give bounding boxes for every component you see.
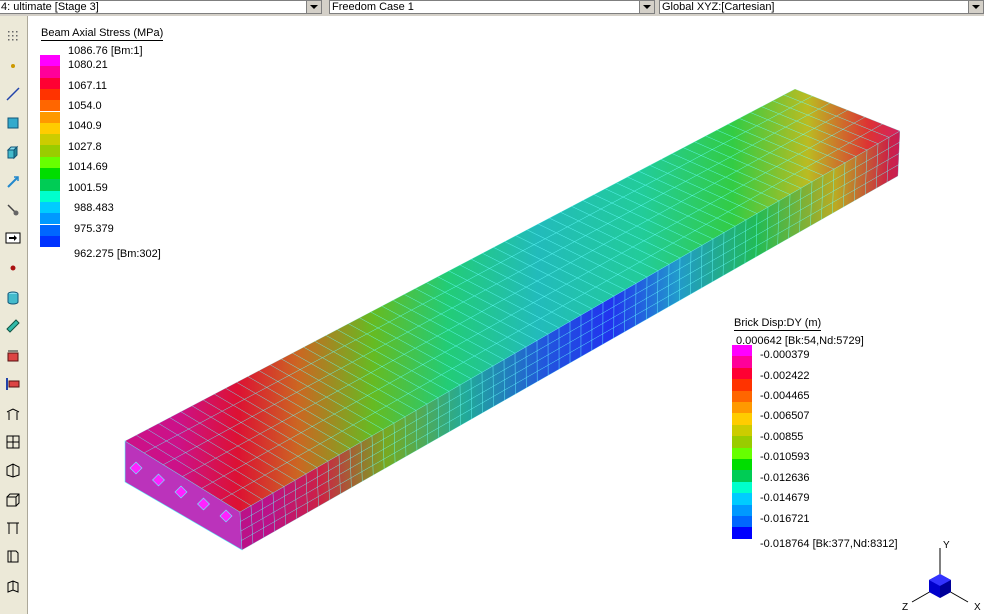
load-case-select[interactable]: Freedom Case 1 [329, 0, 655, 14]
axis-x-label: X [974, 602, 981, 613]
beam-legend-swatch [40, 235, 60, 248]
beam-legend-label: 1086.76 [Bm:1] [68, 45, 143, 57]
ruler-icon[interactable] [3, 316, 23, 336]
beam-legend-swatch [40, 213, 60, 225]
brick-legend-label: -0.014679 [760, 492, 810, 504]
beam-legend-swatch [40, 77, 60, 89]
beam-legend-label: 1027.8 [68, 141, 102, 153]
brick-legend-swatch [732, 367, 752, 380]
axis-triad: Y Z X [902, 540, 981, 613]
plate-load-icon[interactable] [3, 346, 23, 366]
brick-legend-swatch [732, 390, 752, 402]
brick-legend-swatch [732, 459, 752, 471]
brick-legend-swatch [732, 379, 752, 391]
brick-legend-label: -0.00855 [760, 431, 804, 443]
brick-legend-label: 0.000642 [Bk:54,Nd:5729] [736, 335, 864, 347]
axis-y-label: Y [943, 540, 950, 551]
brick-legend-swatch [732, 436, 752, 448]
beam-legend-swatch [40, 156, 60, 168]
sheet-icon[interactable] [3, 546, 23, 566]
deck-top-face [125, 89, 900, 512]
brick-legend-swatch [732, 481, 752, 494]
link-icon[interactable] [3, 172, 23, 192]
beam-legend-label: 962.275 [Bm:302] [74, 248, 161, 260]
stage-select-value: 4: ultimate [Stage 3] [1, 1, 99, 13]
plate-square-icon[interactable] [3, 113, 23, 133]
axis-z-label: Z [902, 602, 908, 613]
beam-legend-swatch [40, 100, 60, 112]
beam-legend-label: 1067.11 [68, 80, 107, 92]
beam-legend-swatch [40, 111, 60, 123]
beam-legend-label: 975.379 [74, 223, 114, 235]
brick-legend-label: -0.000379 [760, 349, 810, 361]
grid-dots-icon[interactable] [3, 26, 23, 46]
coordinate-system-select[interactable]: Global XYZ:[Cartesian] [659, 0, 984, 14]
beam-legend-label: 1040.9 [68, 120, 102, 132]
chevron-down-icon[interactable] [968, 1, 983, 13]
beam-line-icon[interactable] [3, 84, 23, 104]
brick-legend-swatch [732, 504, 752, 516]
red-dot-icon[interactable] [3, 258, 23, 278]
beam-legend-label: 1080.21 [68, 59, 108, 71]
brick-legend-label: -0.016721 [760, 513, 810, 525]
brick-legend-swatch [732, 447, 752, 459]
brick-legend-swatch [732, 402, 752, 414]
beam-legend-swatch [40, 66, 60, 78]
chevron-down-icon[interactable] [306, 1, 321, 13]
brick-legend-label: -0.012636 [760, 472, 810, 484]
frame-icon[interactable] [3, 404, 23, 424]
beam-legend-swatch [40, 145, 60, 157]
brick-legend-swatch [732, 493, 752, 505]
brick-legend-swatch [732, 516, 752, 528]
beam-legend-swatch [40, 55, 60, 67]
brick-legend-swatch [732, 356, 752, 368]
brick-legend-swatch [732, 527, 752, 539]
beam-legend-label: 1014.69 [68, 161, 108, 173]
arrow-right-icon[interactable] [3, 228, 23, 248]
box-frame-icon[interactable] [3, 490, 23, 510]
beam-legend-title: Beam Axial Stress (MPa) [41, 27, 164, 41]
beam-legend-swatch [40, 122, 60, 135]
brick-legend-label: -0.004465 [760, 390, 810, 402]
beam-legend-swatch [40, 201, 60, 214]
beam-legend-swatch [40, 224, 60, 236]
top-toolbar: 4: ultimate [Stage 3] Freedom Case 1 Glo… [0, 0, 984, 16]
model-viewport[interactable]: Y Z X [28, 16, 984, 614]
load-case-value: Freedom Case 1 [332, 1, 414, 13]
stage-select[interactable]: 4: ultimate [Stage 3] [0, 0, 322, 14]
beam-legend-label: 1001.59 [68, 182, 108, 194]
chevron-down-icon[interactable] [639, 1, 654, 13]
brick-legend-label: -0.002422 [760, 370, 810, 382]
beam-legend-swatch [40, 134, 60, 146]
beam-legend-swatch [40, 88, 60, 101]
brick-legend-swatch [732, 470, 752, 482]
portal-frame-icon[interactable] [3, 518, 23, 538]
node-point-icon[interactable] [3, 56, 23, 76]
brick-legend-swatch [732, 413, 752, 425]
coordinate-system-value: Global XYZ:[Cartesian] [662, 1, 775, 13]
beam-legend-swatch [40, 179, 60, 191]
brick-legend-label: -0.010593 [760, 451, 810, 463]
folded-sheet-icon[interactable] [3, 576, 23, 596]
brick-legend-label: -0.018764 [Bk:377,Nd:8312] [760, 538, 898, 550]
connection-icon[interactable] [3, 200, 23, 220]
beam-legend-label: 1054.0 [68, 100, 102, 112]
left-toolbar [0, 16, 28, 614]
beam-legend-label: 988.483 [74, 202, 114, 214]
brick-legend-label: -0.006507 [760, 410, 810, 422]
beam-legend-swatch [40, 190, 60, 202]
grid-icon[interactable] [3, 432, 23, 452]
beam-legend-swatch [40, 168, 60, 180]
brick-cube-icon[interactable] [3, 142, 23, 162]
beam-load-icon[interactable] [3, 374, 23, 394]
brick-legend-title: Brick Disp:DY (m) [734, 317, 822, 331]
isometric-frame-icon[interactable] [3, 460, 23, 480]
cylinder-icon[interactable] [3, 288, 23, 308]
brick-legend-swatch [732, 424, 752, 437]
